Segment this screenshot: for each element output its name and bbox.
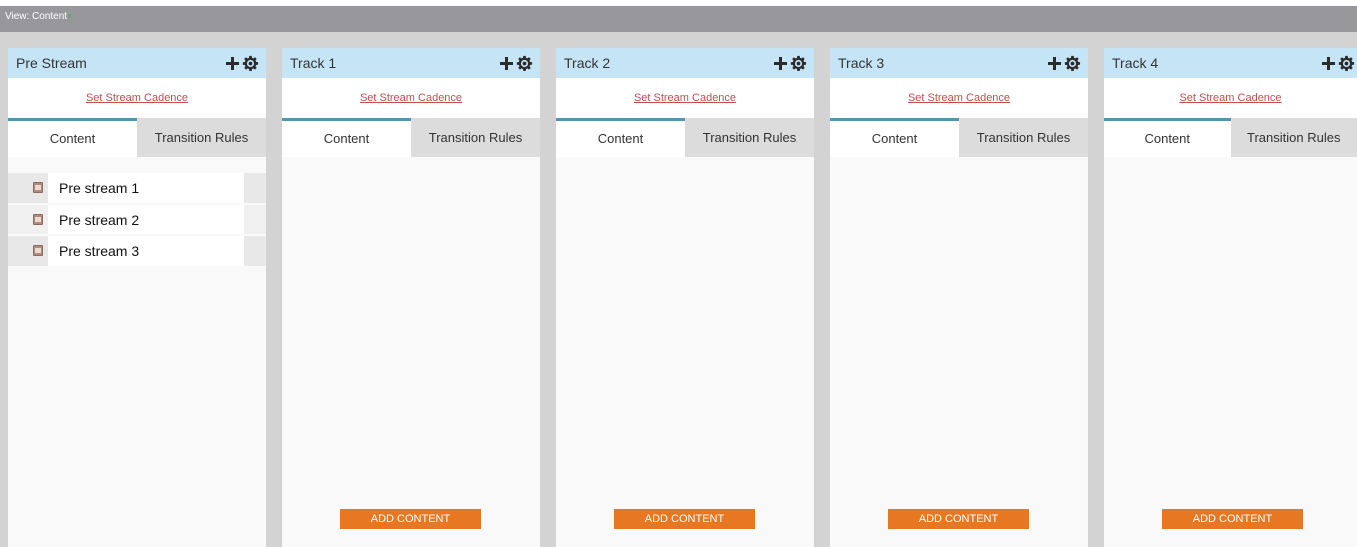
stream-title: Track 4 (1112, 55, 1159, 71)
stream-header: Track 2 (556, 48, 814, 78)
view-selector[interactable]: View: Content▾ (0, 6, 1357, 32)
stream-header: Track 3 (830, 48, 1088, 78)
list-item[interactable]: Pre stream 1 (8, 173, 266, 203)
stream-title: Track 2 (564, 55, 611, 71)
tab-transition-rules[interactable]: Transition Rules (137, 118, 266, 157)
plus-icon[interactable] (1047, 56, 1062, 71)
email-document-icon (33, 245, 43, 256)
stream-track-1: Track 1 Set Stream Cadence Content Trans… (282, 48, 540, 547)
tab-content[interactable]: Content (556, 118, 685, 157)
stream-tabs: Content Transition Rules (1104, 118, 1357, 157)
stream-track-2: Track 2 Set Stream Cadence Content Trans… (556, 48, 814, 547)
gear-icon[interactable] (516, 55, 533, 72)
tab-transition-rules[interactable]: Transition Rules (411, 118, 540, 157)
email-document-icon (33, 214, 43, 225)
plus-icon[interactable] (499, 56, 514, 71)
gear-icon[interactable] (790, 55, 807, 72)
add-content-button[interactable]: ADD CONTENT (888, 509, 1029, 529)
gear-icon[interactable] (1064, 55, 1081, 72)
stream-title: Track 3 (838, 55, 885, 71)
tab-content[interactable]: Content (1104, 118, 1231, 157)
tab-transition-rules[interactable]: Transition Rules (1230, 118, 1357, 157)
stream-tabs: Content Transition Rules (282, 118, 540, 157)
stream-tabs: Content Transition Rules (830, 118, 1088, 157)
set-stream-cadence-link[interactable]: Set Stream Cadence (1179, 92, 1281, 104)
set-stream-cadence-link[interactable]: Set Stream Cadence (634, 92, 736, 104)
stream-title: Track 1 (290, 55, 337, 71)
list-item-label: Pre stream 2 (48, 205, 244, 234)
tab-content[interactable]: Content (282, 118, 411, 157)
stream-track-3: Track 3 Set Stream Cadence Content Trans… (830, 48, 1088, 547)
content-list: Pre stream 1 Pre stream 2 Pre stream 3 (8, 173, 266, 268)
stream-header: Track 1 (282, 48, 540, 78)
stream-pre-stream: Pre Stream Set Stream Cadence Content Tr… (8, 48, 266, 547)
chevron-down-icon[interactable]: ▾ (68, 13, 72, 20)
list-item[interactable]: Pre stream 2 (8, 205, 266, 234)
plus-icon[interactable] (773, 56, 788, 71)
stream-header: Pre Stream (8, 48, 266, 78)
add-content-button[interactable]: ADD CONTENT (614, 509, 755, 529)
add-content-button[interactable]: ADD CONTENT (340, 509, 481, 529)
add-content-button[interactable]: ADD CONTENT (1162, 509, 1303, 529)
list-item[interactable]: Pre stream 3 (8, 236, 266, 266)
email-document-icon (33, 182, 43, 193)
list-item-label: Pre stream 1 (48, 173, 244, 203)
plus-icon[interactable] (225, 56, 240, 71)
plus-icon[interactable] (1321, 56, 1336, 71)
stream-tabs: Content Transition Rules (8, 118, 266, 157)
set-stream-cadence-link[interactable]: Set Stream Cadence (86, 92, 188, 104)
set-stream-cadence-link[interactable]: Set Stream Cadence (908, 92, 1010, 104)
stream-header: Track 4 (1104, 48, 1357, 78)
gear-icon[interactable] (242, 55, 259, 72)
tab-transition-rules[interactable]: Transition Rules (685, 118, 814, 157)
tab-content[interactable]: Content (8, 118, 137, 157)
tab-transition-rules[interactable]: Transition Rules (959, 118, 1088, 157)
stream-track-4: Track 4 Set Stream Cadence Content Trans… (1104, 48, 1357, 547)
streams-board: Pre Stream Set Stream Cadence Content Tr… (0, 32, 1357, 547)
stream-title: Pre Stream (16, 55, 87, 71)
gear-icon[interactable] (1338, 55, 1355, 72)
set-stream-cadence-link[interactable]: Set Stream Cadence (360, 92, 462, 104)
view-label: View: Content (5, 11, 68, 22)
list-item-label: Pre stream 3 (48, 236, 244, 266)
tab-content[interactable]: Content (830, 118, 959, 157)
stream-tabs: Content Transition Rules (556, 118, 814, 157)
